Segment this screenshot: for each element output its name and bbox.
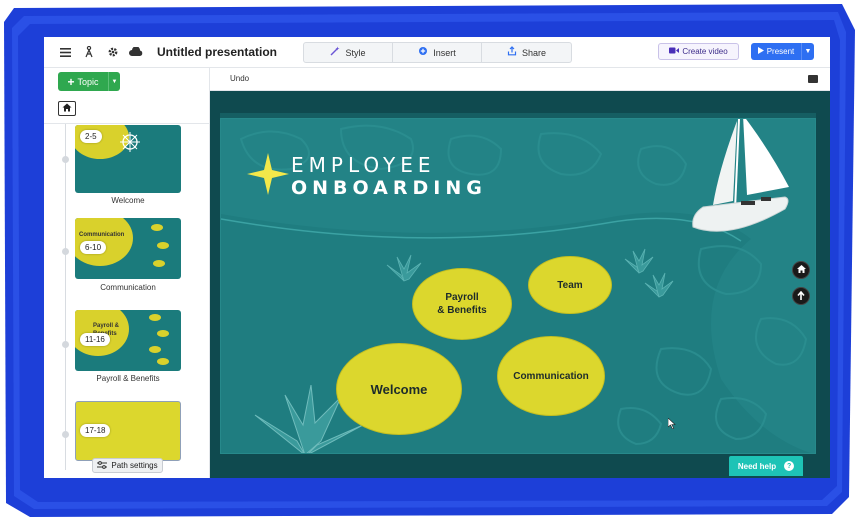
thumb-oval (157, 330, 169, 337)
topic-payroll-line2: & Benefits (437, 305, 487, 316)
presenter-icon[interactable] (82, 45, 96, 59)
share-icon (507, 46, 517, 59)
tab-style-label: Style (345, 47, 366, 58)
sidebar: + Topic ▼ 2-5 Welcome Communication 6-10… (44, 68, 210, 478)
slide-canvas[interactable]: EMPLOYEE ONBOARDING Payroll & Benefits T… (220, 118, 816, 454)
water-lily-graphic (386, 254, 422, 282)
topic-payroll-line1: Payroll (445, 292, 479, 303)
ship-wheel-graphic (119, 131, 141, 153)
wand-icon (330, 46, 340, 59)
topic-label: Topic (77, 76, 99, 87)
document-title[interactable]: Untitled presentation (157, 45, 277, 59)
plus-icon: + (67, 74, 75, 89)
edit-toolbar: Undo (210, 68, 830, 91)
home-button[interactable] (58, 101, 76, 116)
path-dot (62, 341, 69, 348)
comment-icon[interactable] (808, 75, 818, 83)
tab-insert[interactable]: Insert (393, 43, 482, 62)
create-video-button[interactable]: Create video (658, 43, 739, 60)
slide-badge: 17-18 (80, 424, 111, 437)
sailboat-graphic (692, 119, 789, 232)
tab-style[interactable]: Style (304, 43, 393, 62)
topic-communication[interactable]: Communication (498, 337, 604, 415)
path-dot (62, 431, 69, 438)
path-dot (62, 156, 69, 163)
thumb-title: Communication (79, 232, 125, 238)
path-settings-label: Path settings (111, 461, 158, 470)
topic-team[interactable]: Team (529, 257, 611, 313)
home-icon (62, 103, 72, 115)
editor-stage: EMPLOYEE ONBOARDING Payroll & Benefits T… (210, 91, 830, 478)
slide-label-welcome[interactable]: Welcome (75, 196, 181, 205)
topic-dropdown-chevron-icon[interactable]: ▼ (109, 79, 120, 85)
thumb-oval (157, 358, 169, 365)
thumb-oval (157, 242, 169, 249)
app-window: Untitled presentation Style Insert Share (44, 37, 830, 478)
undo-button[interactable]: Undo (230, 74, 249, 83)
top-toolbar: Untitled presentation Style Insert Share (44, 37, 830, 68)
tab-share[interactable]: Share (482, 43, 571, 62)
slide-label-payroll[interactable]: Payroll & Benefits (75, 374, 181, 383)
star-icon (247, 153, 289, 195)
need-help-label: Need help (737, 461, 777, 471)
topic-welcome[interactable]: Welcome (337, 344, 461, 434)
mouse-cursor-icon (667, 417, 676, 432)
slide-badge: 11-16 (80, 333, 110, 346)
mode-tabs: Style Insert Share (303, 42, 572, 63)
sliders-icon (97, 460, 108, 471)
home-nav-button[interactable] (792, 261, 810, 279)
thumb-oval (151, 224, 163, 231)
video-camera-icon (669, 47, 680, 56)
water-lily-graphic (644, 272, 674, 298)
slide-badge: 2-5 (80, 130, 102, 143)
path-timeline (65, 124, 66, 470)
present-dropdown-chevron-icon[interactable]: ▼ (802, 48, 814, 55)
play-icon (757, 47, 764, 56)
path-dot (62, 248, 69, 255)
back-nav-button[interactable] (792, 287, 810, 305)
cloud-icon[interactable] (129, 45, 143, 59)
need-help-button[interactable]: Need help ? (729, 456, 803, 476)
gear-icon[interactable] (106, 45, 120, 59)
present-button[interactable]: Present ▼ (751, 43, 814, 60)
question-mark-icon: ? (784, 461, 795, 471)
hamburger-menu-icon[interactable] (58, 45, 72, 59)
slide-badge: 6-10 (80, 241, 107, 254)
thumb-oval (149, 314, 161, 321)
create-video-label: Create video (682, 47, 728, 56)
thumb-oval (153, 260, 165, 267)
sidebar-divider (44, 123, 210, 124)
slide-title-line1[interactable]: EMPLOYEE (291, 153, 436, 177)
thumb-oval (149, 346, 161, 353)
path-settings-button[interactable]: Path settings (92, 458, 163, 473)
tab-share-label: Share (521, 47, 547, 58)
slide-label-communication[interactable]: Communication (75, 283, 181, 292)
present-label: Present (766, 47, 795, 56)
home-icon (796, 265, 806, 275)
tab-insert-label: Insert (433, 47, 456, 58)
add-topic-button[interactable]: + Topic ▼ (58, 72, 120, 91)
slide-title-line2[interactable]: ONBOARDING (291, 177, 487, 199)
topic-payroll-benefits[interactable]: Payroll & Benefits (413, 269, 511, 339)
insert-icon (418, 46, 428, 59)
return-arrow-icon (797, 290, 805, 302)
